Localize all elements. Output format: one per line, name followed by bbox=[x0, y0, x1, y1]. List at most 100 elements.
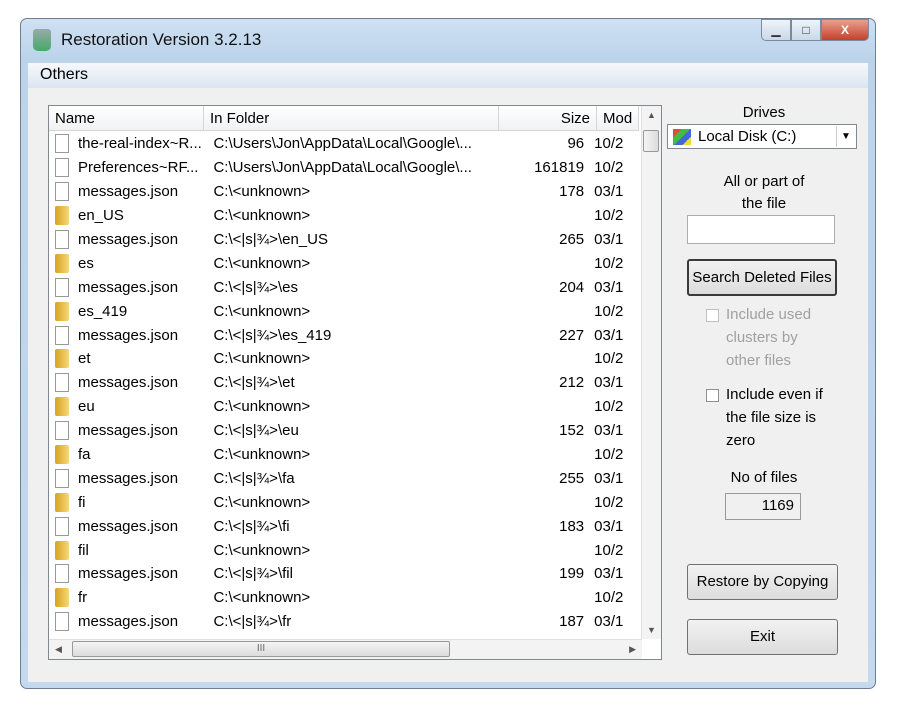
close-button[interactable]: X bbox=[821, 19, 869, 41]
file-folder: C:\<|s|¾>\fr bbox=[213, 613, 292, 631]
folder-icon bbox=[55, 349, 69, 369]
table-row[interactable]: messages.json C:\<unknown> 178 03/1 bbox=[49, 180, 639, 204]
file-modified: 03/1 bbox=[594, 422, 624, 440]
file-modified: 10/2 bbox=[594, 589, 624, 607]
table-row[interactable]: messages.json C:\<|s|¾>\eu 152 03/1 bbox=[49, 419, 639, 443]
file-modified: 03/1 bbox=[594, 326, 624, 344]
exit-button[interactable]: Exit bbox=[687, 619, 838, 655]
table-row[interactable]: messages.json C:\<|s|¾>\es 204 03/1 bbox=[49, 275, 639, 299]
vertical-scrollbar[interactable]: ▲ ▼ bbox=[641, 106, 661, 639]
file-label-line2: the file bbox=[741, 195, 787, 212]
file-icon bbox=[55, 325, 69, 345]
column-name[interactable]: Name bbox=[49, 106, 204, 130]
table-row[interactable]: messages.json C:\<|s|¾>\es_419 227 03/1 bbox=[49, 323, 639, 347]
folder-icon bbox=[55, 206, 69, 226]
drives-label: Drives bbox=[742, 104, 786, 121]
table-row[interactable]: messages.json C:\<|s|¾>\en_US 265 03/1 bbox=[49, 228, 639, 252]
file-modified: 03/1 bbox=[594, 517, 624, 535]
file-folder: C:\Users\Jon\AppData\Local\Google\... bbox=[213, 159, 472, 177]
include-zero-label-1: Include even if bbox=[726, 386, 823, 403]
no-of-files-value: 1169 bbox=[725, 493, 801, 520]
folder-icon bbox=[55, 445, 69, 465]
table-row[interactable]: es_419 C:\<unknown> 10/2 bbox=[49, 299, 639, 323]
file-modified: 10/2 bbox=[594, 302, 624, 320]
restore-by-copying-button[interactable]: Restore by Copying bbox=[687, 564, 838, 600]
table-row[interactable]: fa C:\<unknown> 10/2 bbox=[49, 443, 639, 467]
file-name-input[interactable] bbox=[687, 215, 835, 244]
file-icon bbox=[55, 421, 69, 441]
file-name: messages.json bbox=[78, 613, 179, 631]
file-folder: C:\Users\Jon\AppData\Local\Google\... bbox=[213, 135, 472, 153]
table-row[interactable]: fi C:\<unknown> 10/2 bbox=[49, 490, 639, 514]
table-row[interactable]: Preferences~RF... C:\Users\Jon\AppData\L… bbox=[49, 156, 639, 180]
file-modified: 03/1 bbox=[594, 231, 624, 248]
scroll-right-arrow-icon[interactable]: ▶ bbox=[629, 644, 636, 655]
file-modified: 10/2 bbox=[594, 446, 624, 464]
file-modified: 10/2 bbox=[594, 541, 624, 559]
file-modified: 03/1 bbox=[594, 183, 624, 201]
column-modified[interactable]: Mod bbox=[597, 106, 639, 130]
include-used-clusters-checkbox[interactable] bbox=[706, 309, 719, 322]
file-name: messages.json bbox=[78, 183, 179, 201]
file-icon bbox=[55, 516, 69, 536]
column-in-folder[interactable]: In Folder bbox=[204, 106, 499, 130]
file-name: es bbox=[78, 254, 94, 272]
scroll-down-arrow-icon[interactable]: ▼ bbox=[647, 625, 656, 635]
table-row[interactable]: fil C:\<unknown> 10/2 bbox=[49, 538, 639, 562]
file-name: et bbox=[78, 350, 91, 368]
file-name: es_419 bbox=[78, 302, 128, 320]
table-row[interactable]: fr C:\<unknown> 10/2 bbox=[49, 586, 639, 610]
file-folder: C:\<unknown> bbox=[213, 350, 311, 368]
file-name: the-real-index~R... bbox=[78, 135, 202, 153]
file-modified: 03/1 bbox=[594, 613, 624, 631]
minimize-button[interactable]: ▁ bbox=[761, 19, 791, 41]
table-row[interactable]: messages.json C:\<|s|¾>\fa 255 03/1 bbox=[49, 466, 639, 490]
include-zero-label-3: zero bbox=[726, 432, 756, 449]
drive-select[interactable]: Local Disk (C:) ▼ bbox=[667, 124, 857, 149]
file-list[interactable]: Name In Folder Size Mod the-real-index~R… bbox=[48, 105, 662, 660]
folder-icon bbox=[55, 588, 69, 608]
include-used-label-3: other files bbox=[726, 352, 792, 369]
file-folder: C:\<|s|¾>\en_US bbox=[213, 231, 328, 248]
file-icon bbox=[55, 134, 69, 154]
recycle-bin-icon bbox=[33, 29, 51, 51]
file-size: 255 bbox=[559, 469, 585, 487]
app-window: Restoration Version 3.2.13 ▁ □ X Others … bbox=[20, 18, 876, 689]
search-deleted-files-button[interactable]: Search Deleted Files bbox=[687, 259, 837, 296]
table-row[interactable]: en_US C:\<unknown> 10/2 bbox=[49, 204, 639, 228]
table-row[interactable]: et C:\<unknown> 10/2 bbox=[49, 347, 639, 371]
include-used-label-2: clusters by bbox=[726, 329, 798, 346]
table-row[interactable]: eu C:\<unknown> 10/2 bbox=[49, 395, 639, 419]
file-folder: C:\<|s|¾>\es bbox=[213, 278, 298, 296]
include-zero-size-checkbox[interactable] bbox=[706, 389, 719, 402]
table-row[interactable]: the-real-index~R... C:\Users\Jon\AppData… bbox=[49, 132, 639, 156]
file-size: 96 bbox=[567, 135, 585, 153]
table-row[interactable]: messages.json C:\<|s|¾>\fi 183 03/1 bbox=[49, 514, 639, 538]
file-modified: 03/1 bbox=[594, 278, 624, 296]
chevron-down-icon[interactable]: ▼ bbox=[836, 126, 855, 147]
table-row[interactable]: es C:\<unknown> 10/2 bbox=[49, 251, 639, 275]
file-size: 187 bbox=[559, 613, 585, 631]
column-size[interactable]: Size bbox=[499, 106, 597, 130]
file-folder: C:\<unknown> bbox=[213, 541, 311, 559]
file-label-line1: All or part of bbox=[723, 173, 805, 190]
horizontal-scrollbar[interactable]: ◀ III ▶ bbox=[49, 639, 642, 659]
scroll-up-arrow-icon[interactable]: ▲ bbox=[647, 110, 656, 120]
file-icon bbox=[55, 277, 69, 297]
scroll-left-arrow-icon[interactable]: ◀ bbox=[55, 644, 62, 655]
table-row[interactable]: messages.json C:\<|s|¾>\fr 187 03/1 bbox=[49, 610, 639, 634]
file-size: 183 bbox=[559, 517, 585, 535]
file-name: messages.json bbox=[78, 231, 179, 248]
maximize-button[interactable]: □ bbox=[791, 19, 821, 41]
file-name: Preferences~RF... bbox=[78, 159, 199, 177]
file-icon bbox=[55, 230, 69, 249]
file-name: fr bbox=[78, 589, 88, 607]
menu-others[interactable]: Others bbox=[40, 66, 88, 84]
file-size: 204 bbox=[559, 278, 585, 296]
file-size: 227 bbox=[559, 326, 585, 344]
folder-icon bbox=[55, 540, 69, 560]
table-row[interactable]: messages.json C:\<|s|¾>\fil 199 03/1 bbox=[49, 562, 639, 586]
table-row[interactable]: messages.json C:\<|s|¾>\et 212 03/1 bbox=[49, 371, 639, 395]
vertical-scroll-thumb[interactable] bbox=[643, 130, 659, 152]
horizontal-scroll-thumb[interactable]: III bbox=[72, 641, 450, 657]
